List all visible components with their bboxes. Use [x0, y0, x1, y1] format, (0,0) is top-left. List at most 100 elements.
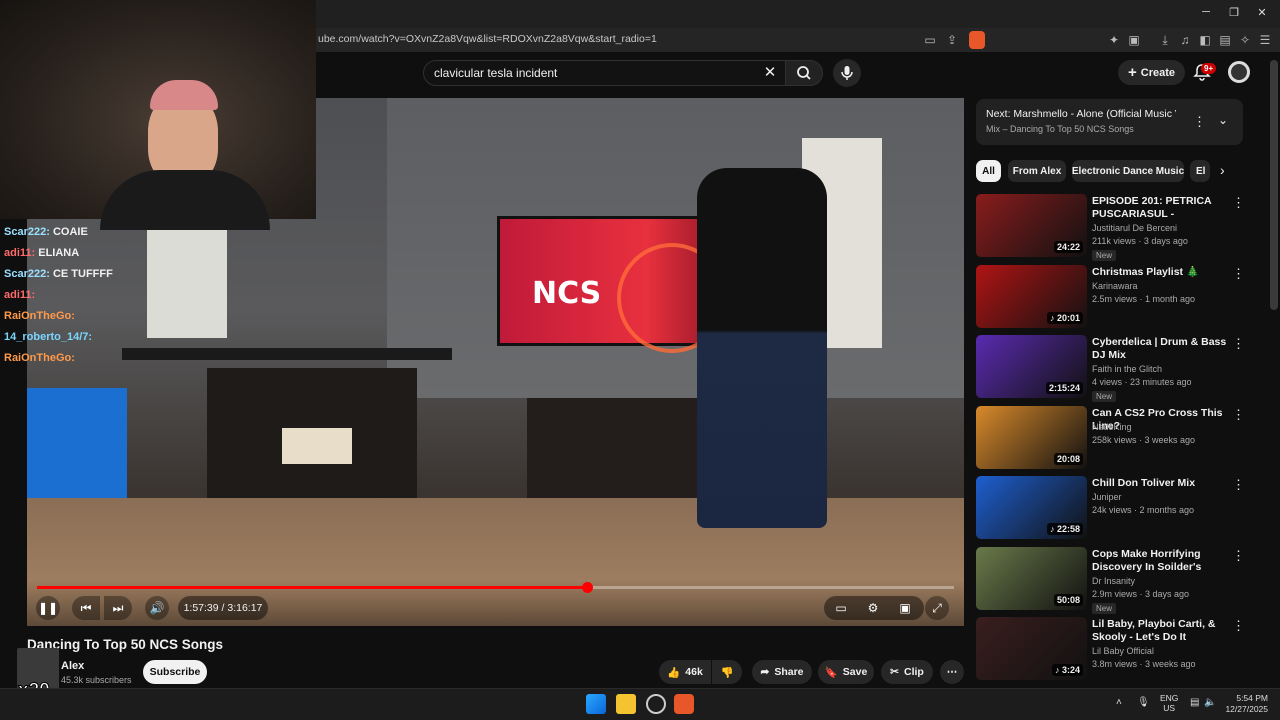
video-thumbnail[interactable]: 20:08: [976, 406, 1087, 469]
volume-button[interactable]: 🔊: [145, 596, 169, 620]
system-clock[interactable]: 5:54 PM 12/27/2025: [1220, 693, 1268, 715]
cast-icon[interactable]: ▭: [922, 33, 938, 47]
video-channel[interactable]: Lil Baby Official: [1092, 646, 1154, 656]
video-title[interactable]: Cyberdelica | Drum & Bass DJ Mix: [1092, 336, 1228, 362]
previous-button[interactable]: ⏮: [72, 596, 100, 620]
pause-button[interactable]: ❚❚: [36, 596, 60, 620]
video-menu-icon[interactable]: ⋮: [1232, 548, 1245, 564]
subscribe-button[interactable]: Subscribe: [143, 660, 207, 684]
app-icon[interactable]: [646, 694, 666, 714]
video-channel[interactable]: Faith in the Glitch: [1092, 364, 1162, 374]
share-button[interactable]: ➦ Share: [752, 660, 812, 684]
brave-shield-icon[interactable]: [969, 31, 985, 49]
search-button[interactable]: [785, 60, 823, 86]
menu-icon[interactable]: ☰: [1257, 33, 1273, 47]
video-thumbnail[interactable]: 24:22: [976, 194, 1087, 257]
video-thumbnail[interactable]: ♪ 20:01: [976, 265, 1087, 328]
fullscreen-button[interactable]: ⤢: [925, 596, 949, 620]
video-thumbnail[interactable]: ♪ 22:58: [976, 476, 1087, 539]
video-thumbnail[interactable]: 50:08: [976, 547, 1087, 610]
download-icon[interactable]: ⤓: [1157, 33, 1173, 47]
chip-more[interactable]: El: [1190, 160, 1210, 182]
video-title[interactable]: Christmas Playlist 🎄: [1092, 266, 1228, 279]
account-avatar[interactable]: [1228, 61, 1250, 83]
voice-search-button[interactable]: [833, 59, 861, 87]
search-query[interactable]: clavicular tesla incident: [434, 66, 557, 80]
video-menu-icon[interactable]: ⋮: [1232, 266, 1245, 282]
video-thumbnail[interactable]: 2:15:24: [976, 335, 1087, 398]
video-duration: ♪ 20:01: [1046, 312, 1083, 324]
reader-icon[interactable]: ▤: [1217, 33, 1233, 47]
create-label: Create: [1140, 66, 1175, 79]
taskbar: [0, 688, 1280, 720]
video-meta: 3.8m views · 3 weeks ago: [1092, 659, 1196, 669]
mic-tray-icon[interactable]: 🎙: [1137, 697, 1150, 708]
create-button[interactable]: + Create: [1118, 60, 1185, 85]
restore-icon[interactable]: ❐: [1224, 6, 1244, 19]
video-menu-icon[interactable]: ⋮: [1232, 618, 1245, 634]
next-icon: ⏭: [112, 600, 124, 615]
video-channel[interactable]: Karinawara: [1092, 281, 1138, 291]
file-explorer-icon[interactable]: [616, 694, 636, 714]
notification-badge: 9+: [1201, 63, 1217, 74]
subscriber-count: 45.3k subscribers: [61, 675, 132, 685]
fullscreen-icon: ⤢: [932, 600, 942, 615]
video-menu-icon[interactable]: ⋮: [1232, 336, 1245, 352]
theater-button[interactable]: ▣: [893, 596, 917, 620]
wallet-icon[interactable]: ▣: [1126, 33, 1142, 47]
save-button[interactable]: 🔖 Save: [818, 660, 874, 684]
chevron-down-icon[interactable]: ⌄: [1218, 113, 1228, 127]
up-next-menu-icon[interactable]: ⋮: [1193, 114, 1206, 130]
video-channel[interactable]: Juniper: [1092, 492, 1122, 502]
video-channel[interactable]: Dr Insanity: [1092, 576, 1135, 586]
video-menu-icon[interactable]: ⋮: [1232, 195, 1245, 211]
more-actions-button[interactable]: ⋯: [940, 660, 964, 684]
media-icon[interactable]: ♫: [1177, 33, 1193, 47]
video-menu-icon[interactable]: ⋮: [1232, 477, 1245, 493]
tv-text: NCS: [532, 276, 602, 311]
next-button[interactable]: ⏭: [104, 596, 132, 620]
video-meta: 2.9m views · 3 days ago: [1092, 589, 1190, 599]
channel-name[interactable]: Alex: [61, 660, 84, 672]
volume-icon: 🔊: [149, 601, 165, 615]
thumbs-up-icon: 👍: [667, 666, 681, 679]
video-title[interactable]: Cops Make Horrifying Discovery In Soilde…: [1092, 548, 1228, 574]
clip-button[interactable]: ✂ Clip: [881, 660, 933, 684]
dislike-button[interactable]: 👎: [712, 660, 742, 684]
speaker-icon[interactable]: 🔈: [1204, 697, 1216, 708]
video-title[interactable]: Chill Don Toliver Mix: [1092, 477, 1228, 490]
chip-all[interactable]: All: [976, 160, 1001, 182]
video-title[interactable]: EPISODE 201: PETRICA PUSCARIASUL - REVEN…: [1092, 195, 1228, 221]
network-icon[interactable]: ▤: [1190, 697, 1199, 708]
chip-from-alex[interactable]: From Alex: [1008, 160, 1066, 182]
chat-line: adi11: ELIANA: [4, 247, 80, 259]
leo-icon[interactable]: ✧: [1237, 33, 1253, 47]
video-menu-icon[interactable]: ⋮: [1232, 407, 1245, 423]
sidebar-icon[interactable]: ◧: [1197, 33, 1213, 47]
settings-button[interactable]: ⚙: [861, 596, 885, 620]
clear-search-icon[interactable]: ✕: [760, 63, 780, 81]
url-text[interactable]: ube.com/watch?v=OXvnZ2a8Vqw&list=RDOXvnZ…: [318, 33, 657, 45]
video-duration: 24:22: [1053, 241, 1083, 253]
video-channel[interactable]: Justitiarul De Berceni: [1092, 223, 1177, 233]
tray-chevron-icon[interactable]: ˄: [1116, 697, 1122, 708]
scrollbar[interactable]: [1270, 60, 1278, 310]
extensions-icon[interactable]: ✦: [1106, 33, 1122, 47]
chip-edm[interactable]: Electronic Dance Music: [1072, 160, 1184, 182]
video-meta: 258k views · 3 weeks ago: [1092, 435, 1196, 445]
video-channel[interactable]: NadeKing: [1092, 422, 1132, 432]
previous-icon: ⏮: [80, 600, 92, 615]
minimize-icon[interactable]: ─: [1196, 6, 1216, 18]
chevron-right-icon[interactable]: ›: [1220, 162, 1225, 178]
close-window-icon[interactable]: ✕: [1252, 6, 1272, 19]
share-page-icon[interactable]: ⇪: [944, 33, 960, 47]
language-indicator[interactable]: ENG US: [1160, 693, 1178, 713]
video-title[interactable]: Lil Baby, Playboi Carti, & Skooly - Let'…: [1092, 618, 1228, 644]
video-thumbnail[interactable]: ♪ 3:24: [976, 617, 1087, 680]
more-icon: ⋯: [946, 666, 958, 678]
video-duration: ♪ 22:58: [1046, 523, 1083, 535]
brave-browser-icon[interactable]: [674, 694, 694, 714]
captions-button[interactable]: ▭: [829, 596, 853, 620]
windows-start-icon[interactable]: [586, 694, 606, 714]
like-button[interactable]: 👍 46k: [659, 660, 711, 684]
